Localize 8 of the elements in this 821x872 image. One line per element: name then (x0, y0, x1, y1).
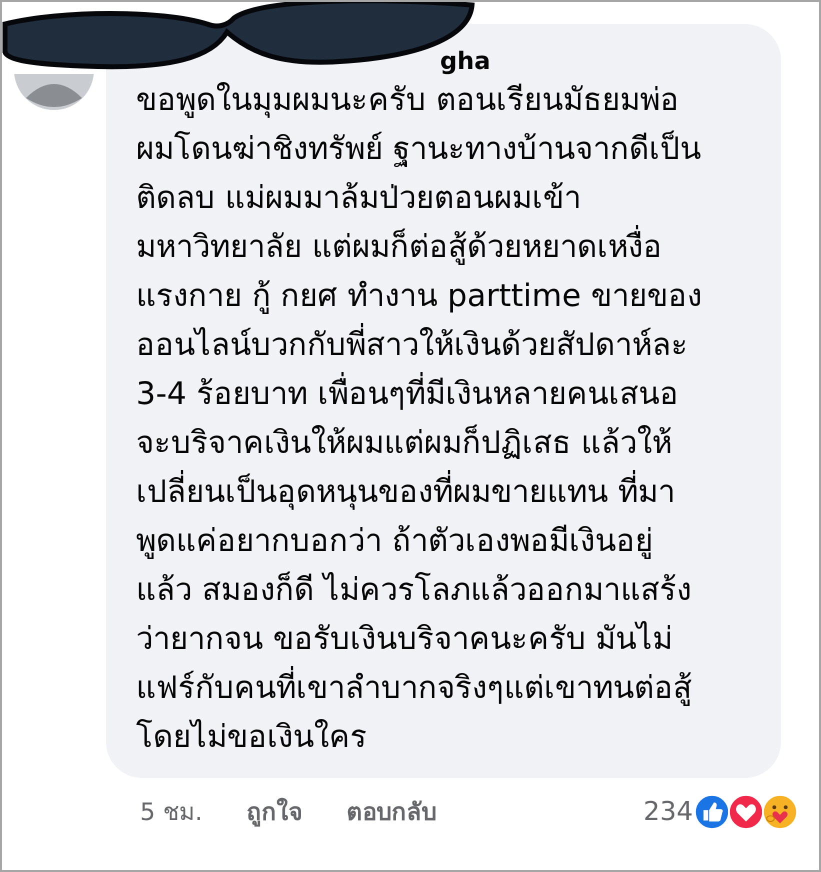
like-icon (693, 792, 731, 830)
comment-text: ขอพูดในมุมผมนะครับ ตอนเรียนมัธยมพ่อ ผมโดนฆ่าชิงทรัพย์ ฐานะทางบ้านจากดีเป็น ติดลบ แม่ผมมาล้มป่วยตอนผมเข้า มหาวิทยาลัย แต่ผมก็ต่อสู้ด้วยหยาดเหงื่อ แรงกาย กู้ กยศ ทำงาน parttime ขายของ ออนไลน์บวกกับพี่สาวให้เงินด้วยสัปดาห์ละ 3-4 ร้อยบาท เพื่อนๆที่มีเงินหลายคนเสนอ จะบริจาคเงินให้ผมแต่ผมก็ปฏิเสธ แล้วให้ เปลี่ยนเป็นอุดหนุนของที่ผมขายแทน ที่มา พูดแค่อยากบอกว่า ถ้าตัวเองพอมีเงินอยู่ แล้ว สมองก็ดี ไม่ควรโลภแล้วออกมาแสร้ง ว่ายากจน ขอรับเงินบริจาคนะครับ มันไม่ แฟร์กับคนที่เขาลำบากจริงๆแต่เขาทนต่อสู้ โดยไม่ขอเงินใคร (136, 81, 703, 757)
hug-emoji-icon (761, 792, 799, 830)
author-name[interactable]: gha (440, 46, 490, 76)
reply-link[interactable]: ตอบกลับ (346, 792, 437, 831)
comment-time: 5 ชม. (140, 797, 203, 828)
reaction-count[interactable]: 234 (643, 796, 693, 826)
like-link[interactable]: ถูกใจ (246, 792, 303, 831)
